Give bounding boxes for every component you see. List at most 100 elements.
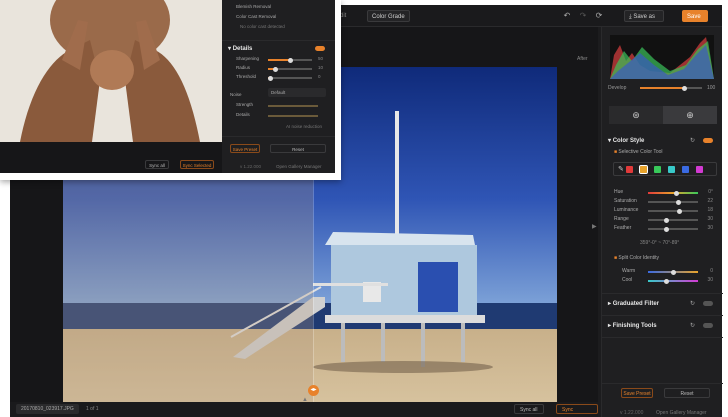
divider (602, 315, 723, 316)
gallery-manager-link[interactable]: Open Gallery Manager (656, 410, 707, 416)
page-indicator: 1 of 1 (86, 406, 99, 412)
graduated-filter-header[interactable]: ▸ Graduated Filter (608, 300, 659, 307)
detail-slider-track[interactable] (268, 77, 312, 79)
color-style-toggle[interactable] (703, 138, 713, 143)
detail-label: Threshold (236, 74, 257, 79)
reset-button[interactable]: Reset (664, 388, 710, 398)
preview-sync-selected-button[interactable]: Sync Selected (180, 160, 214, 169)
divider (222, 136, 335, 137)
detail-slider-knob[interactable] (288, 57, 293, 63)
split-handle[interactable]: ◂▸ (308, 385, 319, 396)
slider-track[interactable] (648, 210, 698, 212)
preview-right-panel: Blemish Removal Color Cast Removal No colo… (222, 0, 335, 173)
eyedropper-icon[interactable]: ✎ (618, 165, 624, 173)
reset-section-icon[interactable]: ↻ (690, 137, 695, 144)
color-style-title: Color Style (612, 138, 645, 144)
version-text: v 1.22.000 (620, 410, 644, 416)
slider-value: 30 (707, 216, 713, 222)
color-swatch[interactable] (654, 166, 661, 173)
color-circles-icon: ⊛ (632, 110, 640, 120)
finishing-tools-title: Finishing Tools (612, 323, 657, 329)
detail-slider-knob[interactable] (272, 66, 278, 72)
split-color-label: ■ Split Color Identity (614, 255, 659, 261)
slider-label: Luminance (614, 207, 639, 213)
color-swatch[interactable] (626, 166, 633, 173)
color-swatch[interactable] (682, 166, 689, 173)
color-swatch[interactable] (696, 166, 703, 173)
details-toggle[interactable] (315, 46, 325, 51)
tab-color-mix[interactable]: ⊛ (609, 106, 663, 124)
redo-icon[interactable]: ↷ (578, 11, 588, 21)
detail-label: Radius (236, 65, 251, 70)
details-title: Details (232, 46, 253, 52)
histogram-graph (610, 37, 714, 79)
arrows-icon: ◂▸ (310, 387, 317, 393)
detail-slider-knob[interactable] (268, 75, 274, 81)
histogram (610, 35, 714, 79)
reset-section-icon[interactable]: ↻ (690, 322, 695, 329)
split-slider-knob[interactable] (671, 269, 676, 275)
preview-bottom-bar: Sync all Sync Selected (0, 142, 222, 173)
save-preset-button[interactable]: Save Preset (621, 388, 653, 398)
slider-knob[interactable] (663, 217, 669, 223)
portrait-image (0, 0, 222, 142)
right-panel: Develop 100 ⊛ ⊕ ▾ Color Style ↻ ■ Select… (601, 27, 723, 417)
color-style-header[interactable]: ▾ Color Style (608, 137, 644, 144)
sync-all-button[interactable]: Sync all (514, 404, 544, 414)
noise-label: Noise (230, 92, 242, 97)
save-label: Save (687, 14, 701, 20)
preview-gallery-link[interactable]: Open Gallery Manager (276, 164, 322, 169)
slider-track[interactable] (648, 201, 698, 203)
noise-select[interactable]: Default (268, 88, 326, 97)
slider-track[interactable] (648, 228, 698, 230)
graduated-filter-toggle[interactable] (703, 301, 713, 306)
slider-track[interactable] (648, 219, 698, 221)
split-slider-knob[interactable] (663, 278, 669, 284)
slider-label: Range (614, 216, 629, 222)
file-name-chip[interactable]: 20170810_023917.JPG (16, 404, 79, 414)
detail-label: Sharpening (236, 56, 260, 61)
slider-knob[interactable] (677, 208, 682, 214)
noise-slider-track[interactable] (268, 105, 318, 107)
save-as-button[interactable]: ⤓ Save as (624, 10, 664, 22)
develop-slider-knob[interactable] (682, 85, 687, 91)
slider-label: Saturation (614, 198, 637, 204)
preview-sync-all-button[interactable]: Sync all (145, 160, 169, 169)
preview-top-row: Color Cast Removal (236, 14, 277, 19)
slider-value: 22 (707, 198, 713, 204)
tool-tabs: ⊛ ⊕ (609, 106, 717, 124)
preview-reset-button[interactable]: Reset (270, 144, 326, 153)
undo-icon[interactable]: ↶ (562, 11, 572, 21)
sync-selected-button[interactable]: Sync Selected (556, 404, 598, 414)
preview-save-preset-button[interactable]: Save Preset (230, 144, 260, 153)
split-slider-track[interactable] (648, 280, 698, 282)
color-swatch[interactable] (639, 165, 648, 174)
noise-slider-track[interactable] (268, 115, 318, 117)
slider-knob[interactable] (673, 190, 679, 196)
save-button[interactable]: Save (682, 10, 708, 22)
tab-adjust[interactable]: ⊕ (663, 106, 717, 124)
divider (222, 40, 335, 41)
color-swatch[interactable] (668, 166, 675, 173)
target-icon: ⊕ (686, 110, 694, 120)
detail-value: 0 (318, 74, 321, 79)
histogram-label: Develop (608, 85, 627, 91)
detail-value: 10 (318, 65, 324, 70)
reset-icon[interactable]: ⟳ (594, 11, 604, 21)
slider-value: 18 (707, 207, 713, 213)
slider-knob[interactable] (663, 226, 669, 232)
detail-slider-fill (268, 59, 290, 61)
bottom-bar: 20170810_023917.JPG 1 of 1 Sync all Sync… (10, 402, 598, 417)
noise-row-label: Strength (236, 102, 254, 107)
finishing-tools-toggle[interactable] (703, 323, 713, 328)
panel-collapse-icon[interactable]: ▶ (592, 223, 597, 230)
finishing-tools-header[interactable]: ▸ Finishing Tools (608, 322, 657, 329)
details-header[interactable]: ▾ Details (228, 45, 252, 52)
slider-knob[interactable] (676, 199, 681, 205)
noise-row-label: Details (236, 112, 250, 117)
reset-section-icon[interactable]: ↻ (690, 300, 695, 307)
slider-value: 0° (708, 189, 713, 195)
tab-color-grade[interactable]: Color Grade (367, 10, 410, 22)
slider-label: Hue (614, 189, 624, 195)
portrait-photo[interactable] (0, 0, 222, 142)
